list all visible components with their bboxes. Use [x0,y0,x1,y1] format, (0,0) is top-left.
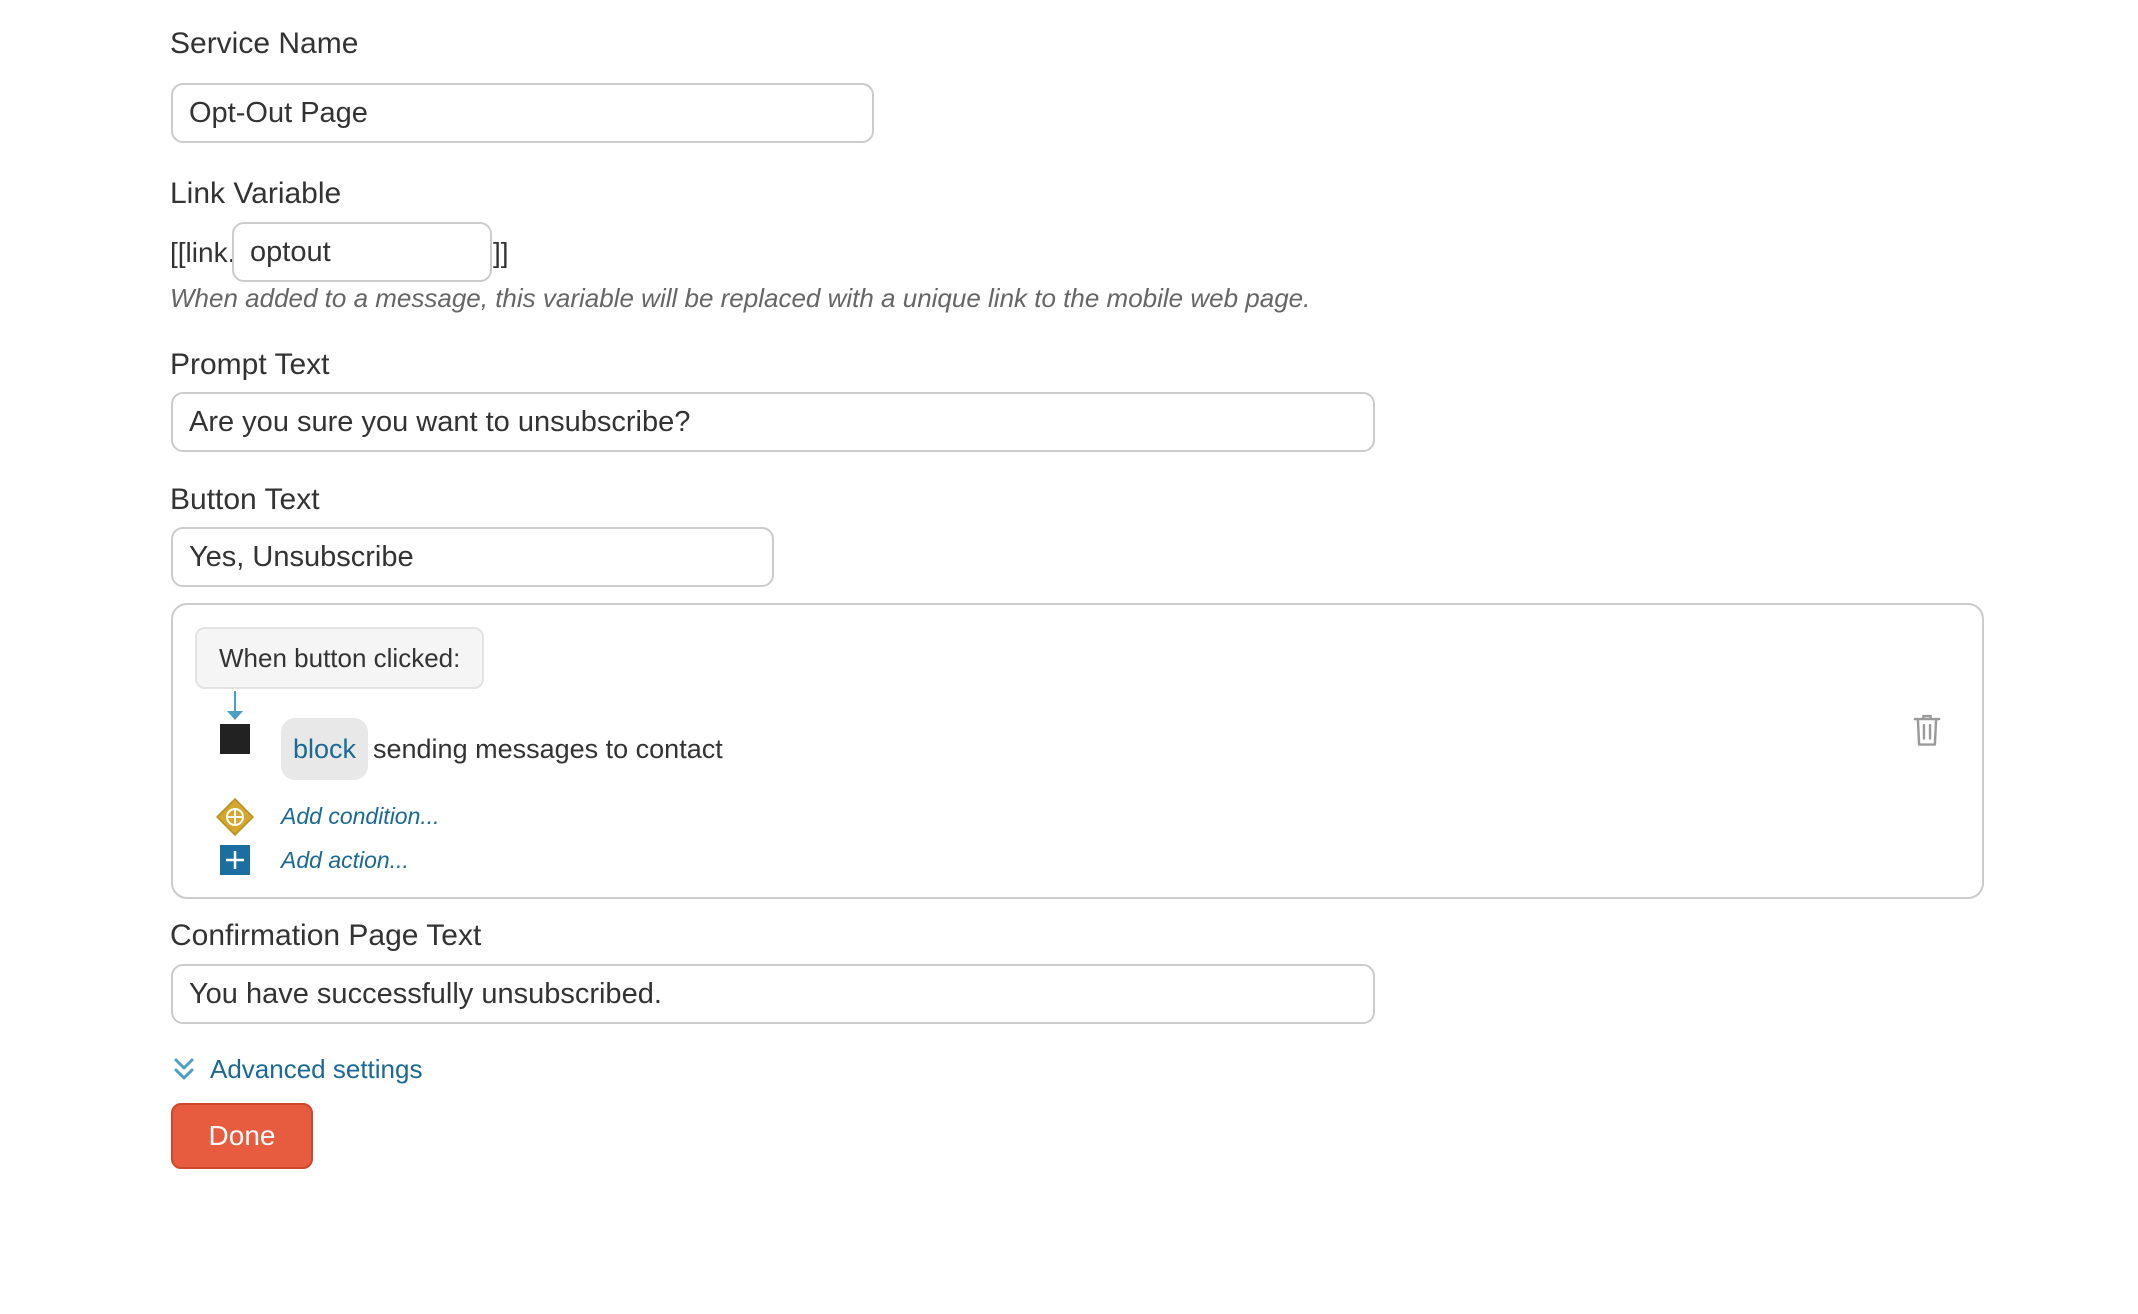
add-action-link[interactable]: Add action... [281,845,409,875]
service-name-label: Service Name [170,27,359,60]
trigger-label: When button clicked: [195,627,485,689]
link-variable-hint: When added to a message, this variable w… [170,283,1311,313]
link-variable-input[interactable] [232,222,492,282]
action-node-icon [220,724,250,754]
done-button[interactable]: Done [171,1103,313,1169]
add-condition-link[interactable]: Add condition... [281,801,440,831]
link-variable-prefix: [[link. [170,237,236,268]
button-text-label: Button Text [170,483,320,516]
link-variable-suffix: ]] [493,237,509,268]
button-action-rule: When button clicked: block sending messa… [171,603,1984,899]
prompt-text-label: Prompt Text [170,348,330,381]
service-name-input[interactable] [171,83,874,143]
connector-line [234,691,236,713]
link-variable-label: Link Variable [170,177,342,210]
diamond-plus-icon[interactable] [216,798,254,836]
confirmation-text-label: Confirmation Page Text [170,919,482,952]
action-verb-chip[interactable]: block [281,718,369,780]
button-text-input[interactable] [171,527,774,587]
prompt-text-input[interactable] [171,392,1375,452]
double-chevron-down-icon [174,1058,194,1080]
advanced-settings-label: Advanced settings [210,1054,423,1084]
trash-icon[interactable] [1912,713,1942,747]
connector-arrow-icon [227,711,243,720]
square-plus-icon[interactable] [220,845,250,875]
action-description: sending messages to contact [373,734,723,764]
confirmation-text-input[interactable] [171,964,1375,1024]
